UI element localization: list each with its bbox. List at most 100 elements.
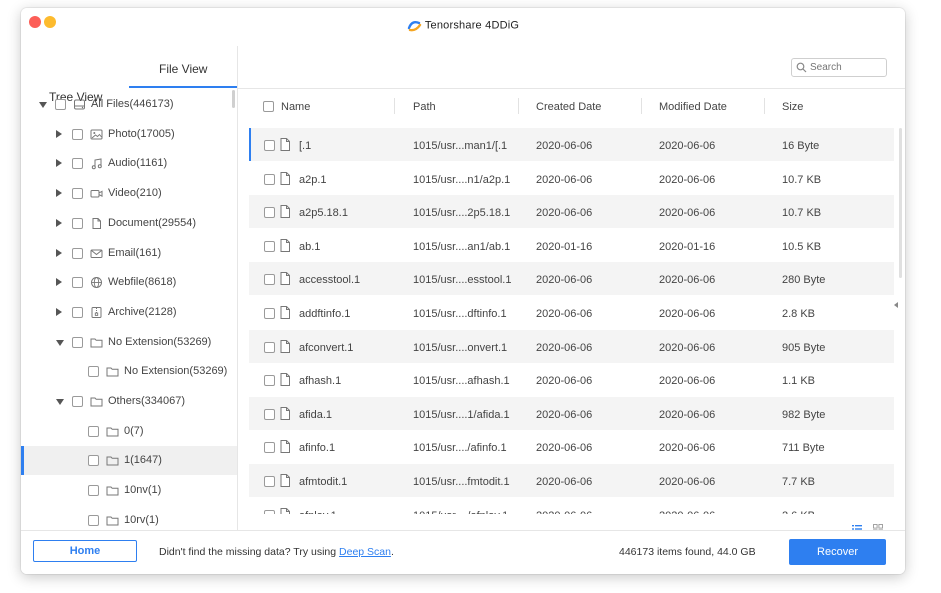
table-row[interactable]: afplay.1 1015/usr..../afplay.1 2020-06-06 2… — [249, 498, 894, 514]
globe-icon — [91, 277, 102, 289]
tree-item[interactable]: No Extension(53269) — [21, 328, 237, 357]
tree-item-label: No Extension(53269) — [124, 365, 228, 378]
tree-checkbox[interactable] — [72, 396, 83, 407]
file-created-date: 2020-06-06 — [536, 408, 593, 421]
file-path: 1015/usr..../afinfo.1 — [413, 442, 507, 455]
chevron-right-icon[interactable] — [56, 129, 62, 138]
tree-item[interactable]: 1(1647) — [21, 446, 237, 476]
chevron-down-icon[interactable] — [56, 339, 64, 346]
file-list-scrollbar[interactable] — [898, 128, 903, 278]
chevron-right-icon[interactable] — [56, 248, 62, 257]
table-row[interactable]: ab.1 1015/usr....an1/ab.1 2020-01-16 2020-0… — [249, 229, 894, 262]
tree-checkbox[interactable] — [72, 277, 83, 289]
column-divider[interactable] — [394, 98, 395, 114]
panel-collapse-icon[interactable] — [894, 302, 898, 308]
file-modified-date: 2020-06-06 — [659, 341, 716, 354]
app-window: Tenorshare 4DDiG Tree View File View All… — [21, 8, 905, 574]
tree-checkbox[interactable] — [88, 366, 99, 378]
tree-checkbox[interactable] — [72, 306, 83, 318]
column-header-modified[interactable]: Modified Date — [659, 101, 727, 113]
tree-checkbox[interactable] — [55, 99, 66, 110]
file-size: 1.1 KB — [782, 375, 816, 388]
tree-item[interactable]: No Extension(53269) — [21, 357, 237, 386]
column-header-name[interactable]: Name — [281, 101, 310, 113]
file-name: a2p.1 — [299, 173, 327, 186]
tree-item[interactable]: Document(29554) — [21, 209, 237, 238]
tree-checkbox[interactable] — [72, 217, 83, 229]
chevron-down-icon[interactable] — [39, 102, 47, 108]
table-row[interactable]: afmtodit.1 1015/usr....fmtodit.1 2020-06-0… — [249, 464, 894, 497]
chevron-right-icon[interactable] — [56, 159, 62, 168]
file-size: 982 Byte — [782, 408, 826, 421]
row-checkbox[interactable] — [264, 476, 275, 487]
tree-item[interactable]: 10nv(1) — [21, 476, 237, 505]
row-checkbox[interactable] — [264, 509, 275, 514]
file-path: 1015/usr....onvert.1 — [413, 341, 508, 354]
search-input[interactable] — [810, 60, 882, 75]
chevron-right-icon[interactable] — [56, 307, 62, 316]
table-row[interactable]: addftinfo.1 1015/usr....dftinfo.1 2020-06-… — [249, 296, 894, 329]
tree-item[interactable]: Photo(17005) — [21, 120, 237, 149]
tree-item[interactable]: All Files(446173) — [21, 90, 237, 119]
tree-checkbox[interactable] — [72, 188, 83, 200]
recover-button[interactable]: Recover — [789, 539, 886, 565]
tab-file-view[interactable]: File View — [159, 62, 207, 76]
chevron-right-icon[interactable] — [56, 278, 62, 287]
row-checkbox[interactable] — [264, 408, 275, 420]
tree-checkbox[interactable] — [88, 485, 99, 497]
tree-checkbox[interactable] — [88, 514, 99, 526]
file-icon — [280, 406, 290, 420]
tree-checkbox[interactable] — [72, 247, 83, 259]
tree-checkbox[interactable] — [72, 336, 83, 348]
row-checkbox[interactable] — [264, 341, 275, 353]
home-button[interactable]: Home — [33, 540, 137, 562]
row-checkbox[interactable] — [264, 375, 275, 387]
chevron-down-icon[interactable] — [56, 399, 64, 405]
file-modified-date: 2020-06-06 — [659, 308, 716, 320]
table-row[interactable]: [.1 1015/usr...man1/[.1 2020-06-06 2020-06-… — [249, 128, 894, 161]
table-row[interactable]: a2p.1 1015/usr....n1/a2p.1 2020-06-06 2020-… — [249, 162, 894, 195]
table-row[interactable]: afida.1 1015/usr....1/afida.1 2020-06-06 20… — [249, 396, 894, 430]
chevron-right-icon[interactable] — [56, 189, 62, 198]
tree-item[interactable]: Video(210) — [21, 179, 237, 208]
tree-item[interactable]: 10rv(1) — [21, 506, 237, 530]
table-row[interactable]: accesstool.1 1015/usr....esstool.1 2020-06… — [249, 262, 894, 296]
select-all-checkbox[interactable] — [263, 101, 274, 112]
table-row[interactable]: a2p5.18.1 1015/usr....2p5.18.1 2020-06-06 2… — [249, 195, 894, 229]
table-row[interactable]: afhash.1 1015/usr....afhash.1 2020-06-06 20… — [249, 363, 894, 396]
table-row[interactable]: afinfo.1 1015/usr..../afinfo.1 2020-06-06 2… — [249, 430, 894, 463]
row-checkbox[interactable] — [264, 442, 275, 454]
tree-item[interactable]: 0(7) — [21, 417, 237, 446]
column-divider[interactable] — [518, 98, 519, 114]
tree-item[interactable]: Webfile(8618) — [21, 268, 237, 297]
email-icon — [90, 249, 103, 258]
tree-checkbox[interactable] — [72, 158, 83, 170]
row-checkbox[interactable] — [264, 140, 275, 151]
tree-checkbox[interactable] — [88, 425, 99, 437]
row-checkbox[interactable] — [264, 274, 275, 286]
table-row[interactable]: afconvert.1 1015/usr....onvert.1 2020-06-0… — [249, 329, 894, 363]
tree-item[interactable]: Archive(2128) — [21, 298, 237, 327]
column-header-created[interactable]: Created Date — [536, 101, 601, 113]
sidebar-scrollbar[interactable] — [232, 90, 235, 108]
column-header-size[interactable]: Size — [782, 101, 803, 113]
tree-checkbox[interactable] — [72, 128, 83, 140]
chevron-right-icon[interactable] — [56, 218, 62, 227]
file-icon — [280, 339, 290, 353]
column-divider[interactable] — [764, 98, 765, 114]
tree-item[interactable]: Audio(1161) — [21, 149, 237, 178]
row-checkbox[interactable] — [264, 207, 275, 219]
column-divider[interactable] — [641, 98, 642, 114]
file-created-date: 2020-06-06 — [536, 274, 593, 287]
file-size: 16 Byte — [782, 140, 820, 152]
column-header-path[interactable]: Path — [413, 101, 436, 113]
tree-item[interactable]: Email(161) — [21, 239, 237, 268]
tree-checkbox[interactable] — [88, 455, 99, 467]
row-checkbox[interactable] — [264, 308, 275, 319]
deep-scan-link[interactable]: Deep Scan — [339, 546, 391, 558]
tree-item[interactable]: Others(334067) — [21, 387, 237, 416]
row-checkbox[interactable] — [264, 173, 275, 185]
app-logo-icon — [407, 20, 422, 32]
row-checkbox[interactable] — [264, 240, 275, 252]
search-box[interactable] — [791, 58, 887, 77]
